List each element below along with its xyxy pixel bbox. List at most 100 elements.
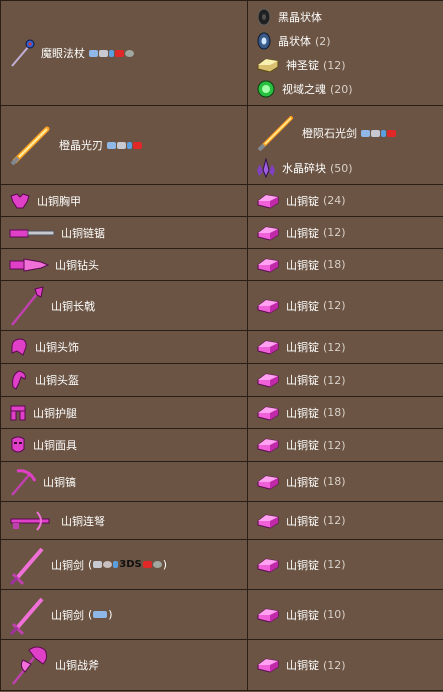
ingredient-name[interactable]: 橙陨石光剑 xyxy=(302,125,357,141)
orichalcum-bar-icon xyxy=(256,404,280,422)
table-row: 橙晶光刃 橙陨石光剑 水晶碎块 (50) xyxy=(0,105,443,185)
ingredient-name[interactable]: 山铜锭 xyxy=(286,513,319,529)
hallowed-bar-icon xyxy=(257,58,279,73)
platform-badges: ( ) xyxy=(88,608,113,621)
ingredient-name[interactable]: 晶状体 xyxy=(278,33,311,49)
ingredient-name[interactable]: 山铜锭 xyxy=(286,557,319,573)
ingredient: 山铜锭 (12) xyxy=(256,335,443,359)
ingredient-qty: (12) xyxy=(323,58,346,72)
ingredient-name[interactable]: 山铜锭 xyxy=(286,225,319,241)
recipe-table: 魔眼法杖 黑晶状体 晶状体 (2) 神圣锭 (12) 视域之魂 (20) 橙晶光… xyxy=(0,0,443,691)
mobile-badge-icon xyxy=(127,141,132,149)
console-badge-icon xyxy=(371,129,380,137)
result-name[interactable]: 山铜剑 xyxy=(51,607,84,623)
result-name[interactable]: 山铜战斧 xyxy=(55,657,99,673)
orichalcum-halberd-icon xyxy=(11,285,44,326)
orichalcum-helmet-icon xyxy=(12,370,26,390)
pc-badge-icon xyxy=(107,141,116,149)
orichalcum-bar-icon xyxy=(256,371,280,389)
ingredient-name[interactable]: 山铜锭 xyxy=(286,372,319,388)
ingredient: 山铜锭 (12) xyxy=(256,368,443,392)
result-cell: 山铜面具 xyxy=(0,428,248,462)
old-gen-badge-icon xyxy=(142,561,152,568)
ingredient: 山铜锭 (18) xyxy=(256,401,443,425)
ingredients-cell: 山铜锭 (12) xyxy=(247,501,443,540)
ingredient-name[interactable]: 山铜锭 xyxy=(286,257,319,273)
result-name[interactable]: 橙晶光刃 xyxy=(59,137,103,153)
result-name[interactable]: 山铜链锯 xyxy=(61,225,105,241)
result-cell: 山铜长戟 xyxy=(0,280,248,331)
ingredient-qty: (12) xyxy=(323,438,346,452)
ingredient-name[interactable]: 神圣锭 xyxy=(286,57,319,73)
ingredient-name[interactable]: 视域之魂 xyxy=(282,81,326,97)
result-name[interactable]: 山铜剑 xyxy=(51,557,84,573)
result-cell: 山铜镐 xyxy=(0,461,248,502)
table-row: 山铜头饰 山铜锭 (12) xyxy=(0,330,443,364)
ingredient-name[interactable]: 山铜锭 xyxy=(286,657,319,673)
ingredient-qty: (18) xyxy=(323,258,346,271)
console-badge-icon xyxy=(99,49,108,57)
ingredient: 山铜锭 (12) xyxy=(256,294,443,318)
result-cell: 山铜头盔 xyxy=(0,363,248,397)
ingredients-cell: 山铜锭 (12) xyxy=(247,330,443,364)
result-name[interactable]: 山铜长戟 xyxy=(51,298,95,314)
ingredient-name[interactable]: 山铜锭 xyxy=(286,298,319,314)
orange-phaseblade-icon xyxy=(257,116,293,152)
result-name[interactable]: 山铜护腿 xyxy=(33,405,77,421)
ingredients-cell: 山铜锭 (12) xyxy=(247,639,443,691)
lens-icon xyxy=(257,32,271,50)
ingredient: 山铜锭 (12) xyxy=(256,433,443,457)
result-cell: 橙晶光刃 xyxy=(0,105,248,185)
switch-badge-icon xyxy=(152,561,162,568)
result-name[interactable]: 山铜镐 xyxy=(43,474,76,490)
result-cell: 山铜护腿 xyxy=(0,396,248,429)
table-row: 山铜长戟 山铜锭 (12) xyxy=(0,280,443,331)
orichalcum-drill-icon xyxy=(9,257,49,272)
result-name[interactable]: 魔眼法杖 xyxy=(41,45,85,61)
pc-badge-icon xyxy=(93,611,108,618)
ingredient-qty: (12) xyxy=(323,373,346,387)
ingredient-name[interactable]: 山铜锭 xyxy=(286,405,319,421)
paren-open: ( xyxy=(88,608,93,621)
ingredient-name[interactable]: 水晶碎块 xyxy=(282,160,326,176)
result-name[interactable]: 山铜头饰 xyxy=(35,339,79,355)
soul-of-sight-icon xyxy=(257,80,275,98)
platform-badges xyxy=(361,129,396,137)
result-cell: 山铜胸甲 xyxy=(0,184,248,217)
result-name[interactable]: 山铜钻头 xyxy=(55,257,99,273)
staff-icon xyxy=(11,39,35,67)
orichalcum-repeater-icon xyxy=(10,510,50,531)
ingredient: 黑晶状体 xyxy=(256,5,443,29)
result-name[interactable]: 山铜面具 xyxy=(33,437,77,453)
ingredient-name[interactable]: 山铜锭 xyxy=(286,607,319,623)
ingredient-name[interactable]: 山铜锭 xyxy=(286,437,319,453)
ingredient-qty: (12) xyxy=(323,558,346,571)
ingredient-name[interactable]: 山铜锭 xyxy=(286,474,319,490)
ingredient-qty: (12) xyxy=(323,226,346,239)
result-cell: 山铜头饰 xyxy=(0,330,248,364)
result-name[interactable]: 山铜头盔 xyxy=(35,372,79,388)
result-name[interactable]: 山铜连弩 xyxy=(61,513,105,529)
orichalcum-bar-icon xyxy=(256,473,280,491)
table-row: 山铜护腿 山铜锭 (18) xyxy=(0,396,443,429)
table-row: 山铜胸甲 山铜锭 (24) xyxy=(0,184,443,217)
ingredient-name[interactable]: 黑晶状体 xyxy=(278,9,322,25)
result-name[interactable]: 山铜胸甲 xyxy=(37,193,81,209)
platform-badges xyxy=(107,141,142,149)
orichalcum-bar-icon xyxy=(256,224,280,242)
ingredients-cell: 山铜锭 (10) xyxy=(247,589,443,640)
pc-badge-icon xyxy=(361,129,370,137)
console-badge-icon xyxy=(93,561,103,568)
ingredient-qty: (18) xyxy=(323,475,346,488)
ingredient-qty: (12) xyxy=(323,658,346,672)
orichalcum-pickaxe-icon xyxy=(11,468,37,496)
orichalcum-bar-icon xyxy=(256,556,280,574)
platform-badges xyxy=(89,49,134,57)
paren-close: ) xyxy=(162,558,168,571)
orichalcum-bar-icon xyxy=(256,297,280,315)
ingredient-qty: (20) xyxy=(330,82,353,96)
ingredient-name[interactable]: 山铜锭 xyxy=(286,339,319,355)
ingredient-name[interactable]: 山铜锭 xyxy=(286,193,319,209)
orichalcum-bar-icon xyxy=(256,656,280,674)
orichalcum-bar-icon xyxy=(256,606,280,624)
